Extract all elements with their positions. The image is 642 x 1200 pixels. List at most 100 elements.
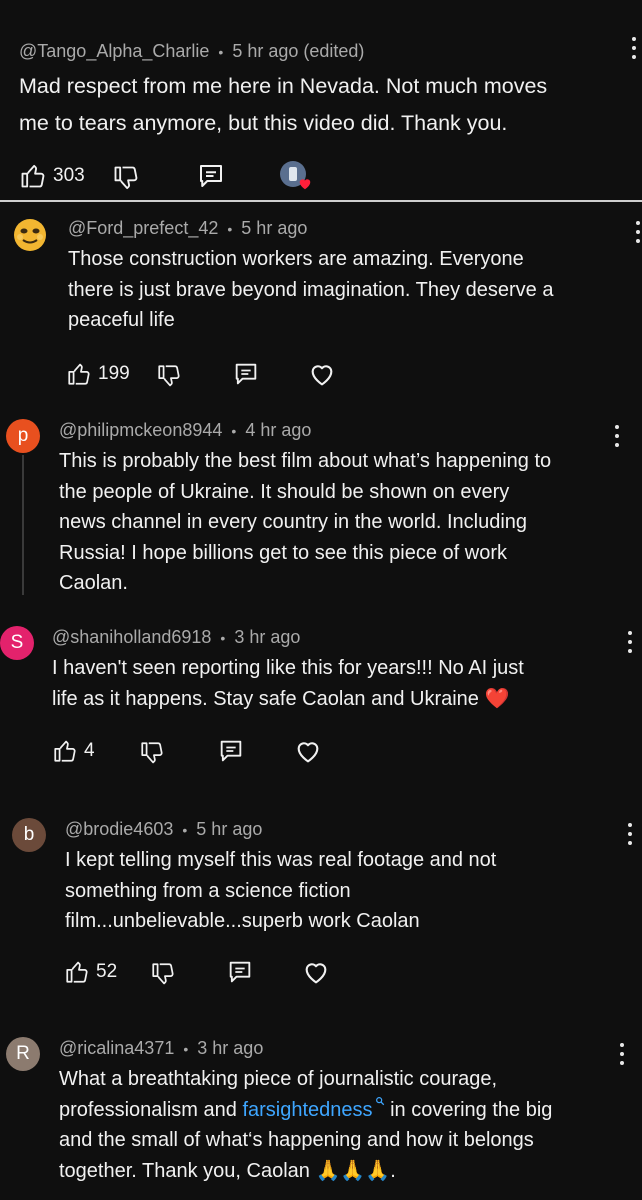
reply-button[interactable] [217, 733, 245, 769]
comment-author[interactable]: @brodie4603 [65, 819, 173, 839]
creator-heart-badge [280, 161, 314, 193]
comment-time: 5 hr ago (edited) [232, 41, 365, 61]
thumbs-down-icon [114, 166, 138, 190]
comment-header: @shaniholland6918 • 3 hr ago [52, 627, 300, 648]
comment-line: something from a science fiction [65, 879, 351, 902]
comment-line: Russia! I hope billions get to see this … [59, 541, 508, 564]
comment-line: Caolan. [59, 572, 128, 594]
comment-line: This is probably the best film about wha… [59, 450, 552, 472]
dislike-button[interactable] [150, 956, 176, 992]
more-options-icon[interactable] [624, 36, 642, 62]
reply-button[interactable] [196, 158, 226, 194]
comment-author[interactable]: @Ford_prefect_42 [68, 218, 218, 238]
comment-line: film...unbelievable...superb work Caolan [65, 910, 420, 932]
thumbs-up-icon [66, 961, 88, 983]
comment-author[interactable]: @shaniholland6918 [52, 627, 211, 647]
avatar-letter: b [23, 824, 35, 845]
comment-author[interactable]: @ricalina4371 [59, 1038, 174, 1058]
comment-header: @brodie4603 • 5 hr ago [65, 819, 262, 840]
thumbs-down-icon [152, 963, 174, 985]
comment-line: together. Thank you, Caolan 🙏🙏🙏. [59, 1156, 637, 1187]
comment-line: Mad respect from me here in Nevada. Not … [19, 74, 548, 98]
heart-outline-icon [297, 742, 319, 763]
more-options-icon[interactable] [628, 220, 642, 246]
avatar[interactable]: R [6, 1037, 40, 1071]
like-count: 303 [53, 165, 85, 186]
comment-text: I kept telling myself this was real foot… [65, 845, 625, 937]
dislike-button[interactable] [156, 358, 182, 394]
comment-line: peaceful life [68, 309, 175, 331]
thumbs-up-icon [21, 164, 45, 188]
search-link[interactable]: farsightedness [242, 1096, 384, 1121]
comment-author[interactable]: @Tango_Alpha_Charlie [19, 41, 209, 61]
avatar[interactable]: S [0, 626, 34, 660]
comment-line: life as it happens. Stay safe Caolan and… [52, 684, 632, 715]
comment-time: 3 hr ago [234, 627, 301, 647]
heart-icon [299, 179, 311, 190]
comment-text: This is probably the best film about wha… [59, 446, 629, 599]
avatar[interactable] [12, 217, 48, 253]
comment-header: @Ford_prefect_42 • 5 hr ago [68, 218, 307, 239]
reply-comment-icon [220, 740, 242, 762]
heart-button[interactable] [308, 357, 336, 393]
avatar[interactable]: b [12, 818, 46, 852]
heart-button[interactable] [302, 955, 330, 991]
comment-time: 5 hr ago [196, 819, 263, 839]
emoji-face-icon [14, 219, 46, 251]
reply-button[interactable] [232, 356, 260, 392]
reply-button[interactable] [226, 954, 254, 990]
like-count: 52 [96, 961, 118, 982]
dislike-button[interactable] [112, 160, 140, 196]
comment-line: me to tears anymore, but this video did.… [19, 111, 508, 135]
comment-text: I haven't seen reporting like this for y… [52, 653, 632, 714]
reply-comment-icon [229, 961, 251, 983]
comment-line-text: professionalism and [59, 1098, 237, 1121]
like-button[interactable]: 199 [66, 356, 130, 392]
comment-line: and the small of what‘s happening and ho… [59, 1129, 534, 1151]
comment-author[interactable]: @philipmckeon8944 [59, 420, 222, 440]
heart-outline-icon [305, 963, 327, 984]
reply-comment-icon [200, 165, 222, 187]
comment-text: Mad respect from me here in Nevada. Not … [19, 68, 634, 142]
comment-time: 5 hr ago [241, 218, 308, 238]
dislike-button[interactable] [139, 735, 165, 771]
thread-line [22, 455, 24, 595]
avatar-letter: R [16, 1043, 30, 1064]
like-count: 4 [84, 740, 95, 761]
separator-dot: • [183, 1041, 189, 1057]
avatar-letter: p [17, 425, 29, 446]
comment-line: I kept telling myself this was real foot… [65, 849, 497, 871]
thumbs-up-icon [54, 740, 76, 762]
thumbs-down-icon [141, 742, 163, 764]
comment-line-text: . [390, 1159, 396, 1182]
comment-text: What a breathtaking piece of journalisti… [59, 1064, 637, 1186]
praying-hands-emoji: 🙏🙏🙏 [315, 1159, 391, 1182]
like-button[interactable]: 52 [64, 954, 117, 990]
comment-header: @ricalina4371 • 3 hr ago [59, 1038, 263, 1059]
divider [0, 200, 642, 202]
comment-line-text: together. Thank you, Caolan [59, 1159, 310, 1182]
comment-line: news channel in every country in the wor… [59, 511, 528, 533]
comment-time: 3 hr ago [197, 1038, 264, 1058]
comment-line-text: life as it happens. Stay safe Caolan and… [52, 687, 479, 710]
comments-feed: @Tango_Alpha_Charlie • 5 hr ago (edited)… [0, 0, 642, 1200]
comment-line: What a breathtaking piece of journalisti… [59, 1068, 498, 1090]
like-button[interactable]: 4 [52, 733, 95, 769]
heart-outline-icon [311, 365, 333, 386]
comment-line-text: in covering the big [390, 1098, 553, 1121]
separator-dot: • [218, 44, 224, 60]
like-button[interactable]: 303 [19, 158, 85, 194]
like-count: 199 [98, 363, 130, 384]
comment-header: @philipmckeon8944 • 4 hr ago [59, 420, 311, 441]
avatar[interactable]: p [6, 419, 40, 453]
separator-dot: • [220, 630, 226, 646]
heart-button[interactable] [294, 734, 322, 770]
search-icon [375, 1096, 384, 1105]
thumbs-up-icon [68, 363, 90, 385]
comment-line: there is just brave beyond imagination. … [68, 278, 554, 301]
separator-dot: • [182, 822, 188, 838]
comment-header: @Tango_Alpha_Charlie • 5 hr ago (edited) [19, 41, 364, 62]
search-link-text[interactable]: farsightedness [242, 1099, 372, 1121]
comment-line: I haven't seen reporting like this for y… [52, 657, 524, 679]
comment-line: professionalism and farsightedness in co… [59, 1095, 637, 1126]
